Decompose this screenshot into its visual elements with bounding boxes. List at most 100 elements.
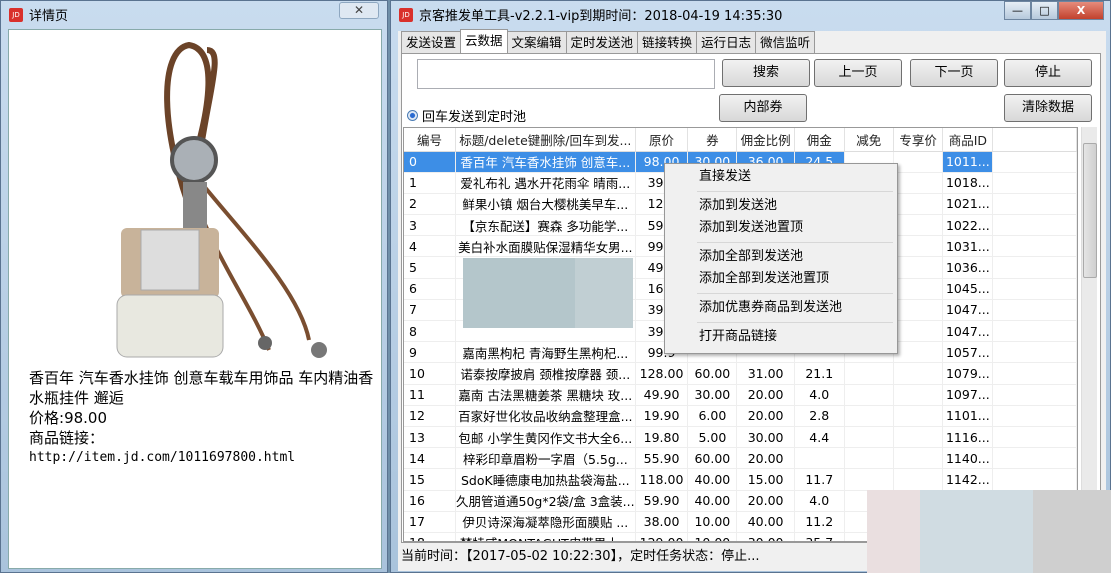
table-cell: 60.00 <box>687 447 738 470</box>
table-cell: 30.00 <box>736 426 795 449</box>
table-cell: 20.00 <box>736 490 795 512</box>
product-link[interactable]: http://item.jd.com/1011697800.html <box>29 448 379 468</box>
table-row[interactable]: 12 百家好世化妆品收纳盒整理盒... 19.90 6.00 20.00 2.8 1101.… <box>404 405 1077 427</box>
table-row[interactable]: 13 包邮 小学生黄冈作文书大全6... 19.80 5.00 30.00 4.4 1116… <box>404 426 1077 449</box>
table-cell: 嘉南 古法黑糖姜茶 黑糖块 玫... <box>455 384 636 406</box>
table-cell: 1021... <box>942 193 994 216</box>
prev-page-button[interactable]: 上一页 <box>814 59 902 87</box>
menu-item-open-link[interactable]: 打开商品链接 <box>667 326 895 348</box>
column-header[interactable]: 商品ID <box>942 128 994 152</box>
table-cell <box>893 256 944 279</box>
table-cell: 19.90 <box>635 405 689 427</box>
main-title-bar: JD 京客推发单工具-v2.2.1-vip到期时间：2018-04-19 14:… <box>399 5 782 24</box>
internal-coupon-button[interactable]: 内部券 <box>719 94 807 122</box>
table-cell: 129.00 <box>635 532 689 541</box>
table-cell: 2.8 <box>794 405 845 427</box>
table-cell: 18 <box>404 532 456 541</box>
table-cell: 30.00 <box>687 384 738 406</box>
table-cell-filler <box>992 214 1077 237</box>
table-row[interactable]: 14 梓彩印章眉粉一字眉（5.5g... 55.90 60.00 20.00 1140..… <box>404 447 1077 470</box>
table-cell-filler <box>992 426 1077 449</box>
table-cell: 20.00 <box>736 384 795 406</box>
radio-label: 回车发送到定时池 <box>422 110 527 125</box>
app-icon: JD <box>399 7 413 22</box>
menu-item-add-to-pool[interactable]: 添加到发送池 <box>667 195 895 217</box>
table-cell: 1116... <box>942 426 994 449</box>
search-button[interactable]: 搜索 <box>722 59 810 87</box>
enter-to-pool-radio[interactable]: 回车发送到定时池 <box>407 106 526 125</box>
scrollbar-thumb[interactable] <box>1083 143 1097 278</box>
menu-item-add-all-to-pool-top[interactable]: 添加全部到发送池置顶 <box>667 268 895 290</box>
detail-window: JD 详情页 ✕ 香百年 汽车香水挂饰 创意车载车用饰品 车内精油香水瓶挂件 邂… <box>0 0 388 573</box>
table-cell: 38.00 <box>635 511 689 533</box>
tab-0[interactable]: 发送设置 <box>401 31 462 53</box>
tab-6[interactable]: 微信监听 <box>755 31 816 53</box>
column-header[interactable]: 佣金比例 <box>736 128 795 152</box>
tab-3[interactable]: 定时发送池 <box>565 31 639 53</box>
column-header[interactable]: 标题/delete键删除/回车到发... <box>455 128 636 152</box>
menu-separator <box>697 191 893 192</box>
table-cell <box>893 341 944 364</box>
table-cell: 4.0 <box>794 490 845 512</box>
table-cell: 梓彩印章眉粉一字眉（5.5g... <box>455 447 636 470</box>
tab-5[interactable]: 运行日志 <box>696 31 757 53</box>
table-cell: 2 <box>404 193 456 216</box>
table-cell <box>893 299 944 322</box>
close-button[interactable]: ✕ <box>339 2 379 19</box>
table-row[interactable]: 10 诺泰按摩披肩 颈椎按摩器 颈... 128.00 60.00 31.00 21.1 1… <box>404 362 1077 385</box>
column-filler <box>992 128 1077 152</box>
column-header[interactable]: 减免 <box>844 128 894 152</box>
maximize-button[interactable]: □ <box>1031 1 1058 20</box>
clear-data-button[interactable]: 清除数据 <box>1004 94 1092 122</box>
table-cell-filler <box>992 447 1077 470</box>
menu-item-add-all-to-pool[interactable]: 添加全部到发送池 <box>667 246 895 268</box>
column-header[interactable]: 编号 <box>404 128 456 152</box>
table-cell: 60.00 <box>687 362 738 385</box>
table-cell <box>844 362 894 385</box>
table-row[interactable]: 15 SdoK睡德康电加热盐袋海盐... 118.00 40.00 15.00 11.7 1… <box>404 468 1077 491</box>
table-cell: 20.00 <box>736 405 795 427</box>
table-cell: 梵特威MONTAGUT皮带男士... <box>455 532 636 541</box>
vertical-scrollbar[interactable] <box>1081 127 1097 542</box>
product-title: 香百年 汽车香水挂饰 创意车载车用饰品 车内精油香水瓶挂件 邂逅 <box>29 369 374 407</box>
menu-separator <box>697 242 893 243</box>
table-cell-filler <box>992 384 1077 406</box>
table-cell: 1079... <box>942 362 994 385</box>
table-cell-filler <box>992 172 1077 194</box>
menu-item-add-to-pool-top[interactable]: 添加到发送池置顶 <box>667 217 895 239</box>
column-header[interactable]: 原价 <box>635 128 689 152</box>
table-row[interactable]: 11 嘉南 古法黑糖姜茶 黑糖块 玫... 49.90 30.00 20.00 4.0 10… <box>404 384 1077 406</box>
table-cell: 4.4 <box>794 426 845 449</box>
table-cell: 10.00 <box>687 532 738 541</box>
table-cell: 1101... <box>942 405 994 427</box>
table-cell: 13 <box>404 426 456 449</box>
search-input[interactable] <box>417 59 715 89</box>
stop-button[interactable]: 停止 <box>1004 59 1092 87</box>
table-cell: 19.80 <box>635 426 689 449</box>
table-cell-filler <box>992 405 1077 427</box>
column-header[interactable]: 券 <box>687 128 738 152</box>
table-cell: 伊贝诗深海凝萃隐形面膜贴 ... <box>455 511 636 533</box>
detail-content: 香百年 汽车香水挂饰 创意车载车用饰品 车内精油香水瓶挂件 邂逅 价格:98.0… <box>8 29 382 569</box>
table-cell: 59.90 <box>635 490 689 512</box>
table-cell-filler <box>992 362 1077 385</box>
table-cell <box>893 405 944 427</box>
table-cell: 1018... <box>942 172 994 194</box>
tab-2[interactable]: 文案编辑 <box>506 31 567 53</box>
table-cell <box>893 193 944 216</box>
price-label: 价格: <box>29 409 65 427</box>
close-button[interactable]: X <box>1058 1 1104 20</box>
table-cell <box>844 405 894 427</box>
tab-4[interactable]: 链接转换 <box>637 31 698 53</box>
tab-1[interactable]: 云数据 <box>460 29 508 53</box>
minimize-button[interactable]: — <box>1004 1 1031 20</box>
menu-item-add-coupon-items[interactable]: 添加优惠券商品到发送池 <box>667 297 895 319</box>
product-description: 香百年 汽车香水挂饰 创意车载车用饰品 车内精油香水瓶挂件 邂逅 价格:98.0… <box>29 368 379 468</box>
column-header[interactable]: 专享价 <box>893 128 944 152</box>
menu-item-send-directly[interactable]: 直接发送 <box>667 166 895 188</box>
table-cell: 20.00 <box>736 447 795 470</box>
column-header[interactable]: 佣金 <box>794 128 845 152</box>
table-cell: 1047... <box>942 320 994 343</box>
next-page-button[interactable]: 下一页 <box>910 59 998 87</box>
table-cell <box>794 447 845 470</box>
